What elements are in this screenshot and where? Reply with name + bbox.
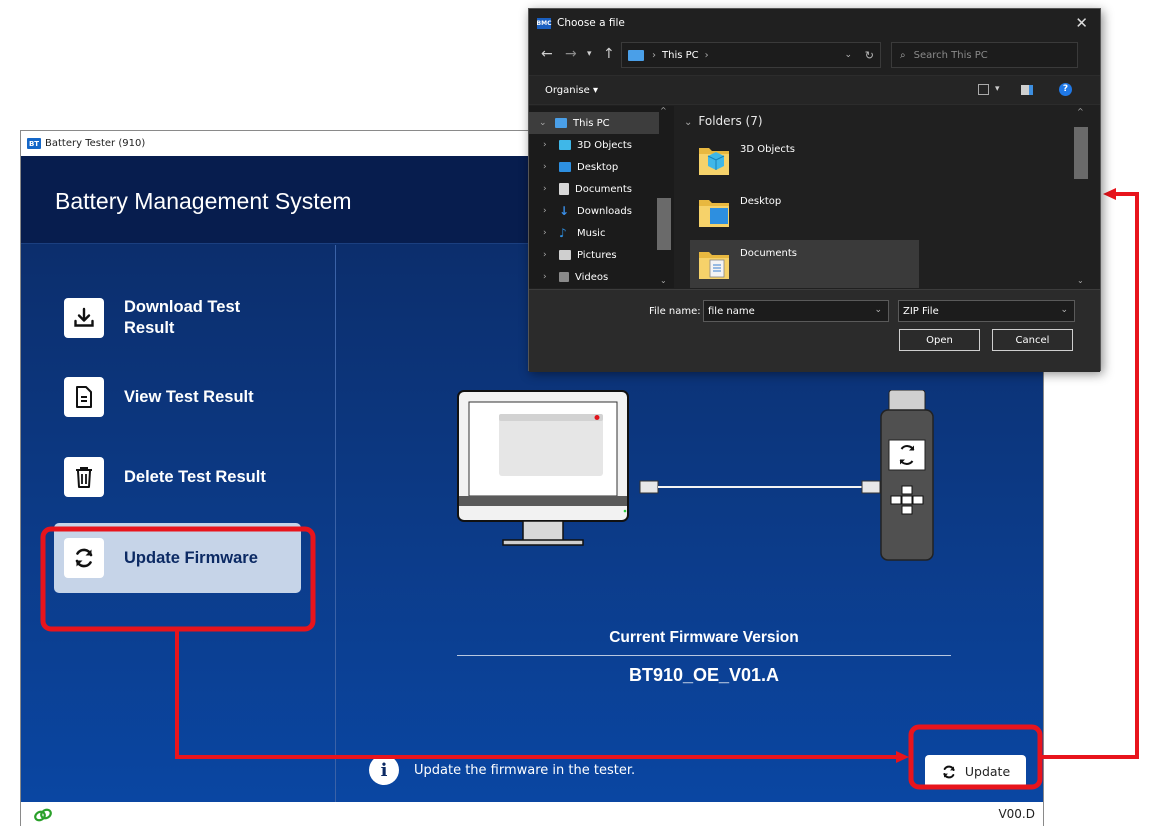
folder-3d-objects-icon <box>698 142 730 176</box>
tree-label: Videos <box>575 271 609 283</box>
folder-documents[interactable]: Documents <box>690 240 919 288</box>
folder-3d-objects[interactable]: 3D Objects <box>690 136 919 184</box>
tree-item-videos[interactable]: › Videos <box>529 266 659 288</box>
breadcrumb-separator-icon: › <box>704 49 709 61</box>
scroll-up-chevron-icon[interactable]: ^ <box>1077 107 1084 116</box>
tree-item-documents[interactable]: › Documents <box>529 178 659 200</box>
scroll-down-chevron-icon[interactable]: ⌄ <box>1077 276 1084 285</box>
annotation-arrowhead <box>896 751 909 763</box>
dialog-toolbar: Organise ▾ ▾ ? <box>529 75 1100 105</box>
help-icon[interactable]: ? <box>1059 83 1072 96</box>
back-arrow-icon[interactable]: ← <box>541 46 553 62</box>
search-input[interactable]: ⌕ Search This PC <box>891 42 1078 68</box>
highlight-update-button <box>908 724 1043 790</box>
tree-expand-chevron-icon[interactable]: ⌄ <box>539 118 549 128</box>
tree-item-downloads[interactable]: › ↓ Downloads <box>529 200 659 222</box>
view-dropdown-chevron-icon[interactable]: ▾ <box>995 84 1000 94</box>
tree-item-3d-objects[interactable]: › 3D Objects <box>529 134 659 156</box>
dialog-titlebar: BMC Choose a file ✕ <box>529 9 1100 37</box>
3d-objects-icon <box>559 140 571 150</box>
annotation-arrowhead <box>1103 188 1116 200</box>
videos-icon <box>559 272 569 282</box>
documents-icon <box>559 183 569 195</box>
collapse-chevron-icon[interactable]: ⌄ <box>684 117 692 128</box>
breadcrumb-this-pc[interactable]: This PC <box>662 50 699 61</box>
search-placeholder: Search This PC <box>913 49 988 61</box>
recent-locations-chevron-icon[interactable]: ▾ <box>587 49 592 59</box>
file-name-input[interactable]: file name ⌄ <box>703 300 889 322</box>
this-pc-icon <box>628 49 644 61</box>
tree-expand-chevron-icon[interactable]: › <box>543 228 553 238</box>
music-note-icon: ♪ <box>559 226 567 240</box>
folder-documents-icon <box>698 246 730 280</box>
address-bar[interactable]: › This PC › ⌄ ↻ <box>621 42 881 68</box>
tree-item-this-pc[interactable]: ⌄ This PC <box>529 112 659 134</box>
file-name-value: file name <box>708 305 755 317</box>
organise-menu[interactable]: Organise ▾ <box>545 85 598 96</box>
dialog-footer: File name: file name ⌄ ZIP File ⌄ Open C… <box>529 289 1100 372</box>
tree-label: Music <box>577 227 606 239</box>
choose-file-dialog: BMC Choose a file ✕ ← → ▾ ↑ › This PC › … <box>528 8 1101 372</box>
tree-scrollbar[interactable] <box>657 106 671 288</box>
tree-expand-chevron-icon[interactable]: › <box>543 140 553 150</box>
folders-group-header[interactable]: ⌄ Folders (7) <box>684 114 763 128</box>
preview-pane-icon[interactable] <box>1021 85 1033 95</box>
open-button[interactable]: Open <box>899 329 980 351</box>
tree-item-pictures[interactable]: › Pictures <box>529 244 659 266</box>
tree-label: Downloads <box>577 205 632 217</box>
folders-heading-label: Folders (7) <box>698 114 763 128</box>
file-list: ⌄ Folders (7) 3D Objects Desktop Document… <box>676 106 1086 288</box>
highlight-update-firmware <box>40 526 316 632</box>
annotation-arrow-line <box>175 629 901 759</box>
tree-expand-chevron-icon[interactable]: › <box>543 184 553 194</box>
organise-label: Organise <box>545 85 590 96</box>
breadcrumb-separator-icon: › <box>652 49 656 61</box>
tree-expand-chevron-icon[interactable]: › <box>543 162 553 172</box>
desktop-icon <box>559 162 571 172</box>
pictures-icon <box>559 250 571 260</box>
file-name-dropdown-chevron-icon[interactable]: ⌄ <box>874 305 882 315</box>
close-icon[interactable]: ✕ <box>1075 14 1088 32</box>
tree-label: Pictures <box>577 249 617 261</box>
file-type-dropdown-chevron-icon[interactable]: ⌄ <box>1060 305 1068 315</box>
file-name-label: File name: <box>649 306 701 317</box>
folder-name: Desktop <box>740 196 782 207</box>
tree-label: Documents <box>575 183 633 195</box>
scroll-up-chevron-icon[interactable]: ^ <box>660 106 667 115</box>
refresh-icon[interactable]: ↻ <box>865 49 874 62</box>
file-type-value: ZIP File <box>903 305 939 317</box>
tree-expand-chevron-icon[interactable]: › <box>543 206 553 216</box>
this-pc-icon <box>555 118 567 128</box>
tree-label: This PC <box>573 117 610 129</box>
downloads-arrow-icon: ↓ <box>559 204 570 218</box>
tree-item-music[interactable]: › ♪ Music <box>529 222 659 244</box>
cancel-button[interactable]: Cancel <box>992 329 1073 351</box>
up-arrow-icon[interactable]: ↑ <box>603 46 615 62</box>
dialog-title: Choose a file <box>557 17 625 29</box>
view-options-icon[interactable] <box>978 84 989 95</box>
file-list-scrollbar-thumb[interactable] <box>1074 127 1088 179</box>
navigation-tree: ⌄ This PC › 3D Objects › Desktop › Docum… <box>529 106 674 288</box>
search-icon: ⌕ <box>900 49 906 61</box>
tree-label: 3D Objects <box>577 139 633 151</box>
folder-desktop-icon <box>698 194 730 228</box>
file-type-select[interactable]: ZIP File ⌄ <box>898 300 1075 322</box>
address-dropdown-chevron-icon[interactable]: ⌄ <box>844 50 852 60</box>
scroll-down-chevron-icon[interactable]: ⌄ <box>660 276 667 285</box>
tree-label: Desktop <box>577 161 619 173</box>
folder-desktop[interactable]: Desktop <box>690 188 919 236</box>
tree-scrollbar-thumb[interactable] <box>657 198 671 250</box>
tree-expand-chevron-icon[interactable]: › <box>543 250 553 260</box>
dialog-app-icon: BMC <box>536 17 552 29</box>
tree-item-desktop[interactable]: › Desktop <box>529 156 659 178</box>
tree-expand-chevron-icon[interactable]: › <box>543 272 553 282</box>
folder-name: Documents <box>740 248 798 259</box>
address-row: ← → ▾ ↑ › This PC › ⌄ ↻ ⌕ Search This PC <box>529 41 1100 69</box>
folder-name: 3D Objects <box>740 144 796 155</box>
forward-arrow-icon[interactable]: → <box>565 46 577 62</box>
